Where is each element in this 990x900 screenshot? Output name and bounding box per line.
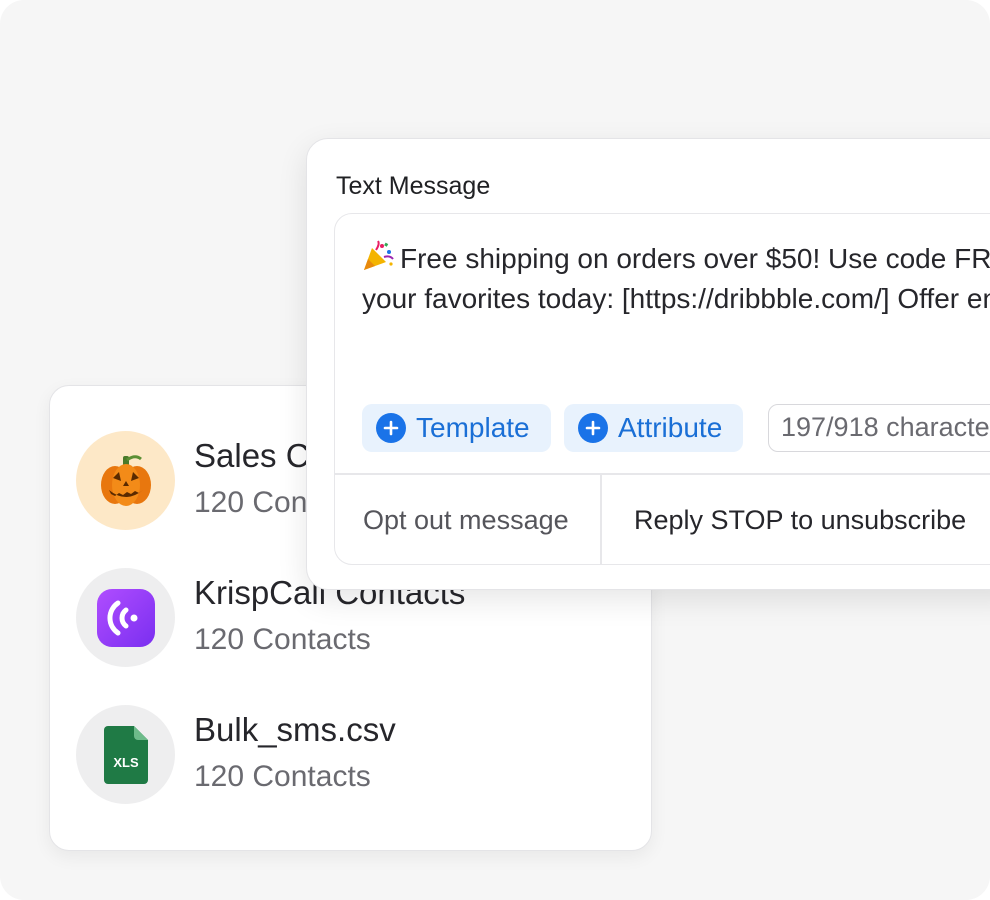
divider (335, 473, 990, 475)
character-counter: 197/918 characters (768, 404, 990, 452)
message-body-line: Free shipping on orders over $50! Use co… (400, 243, 990, 274)
krispcall-logo-icon (76, 568, 175, 667)
message-body-line: your favorites today: [https://dribbble.… (362, 283, 990, 314)
message-composer: Free shipping on orders over $50! Use co… (334, 213, 990, 565)
add-template-button[interactable]: Template (362, 404, 551, 452)
opt-out-label: Opt out message (363, 505, 569, 535)
contact-name: Bulk_sms.csv (194, 711, 396, 748)
opt-out-message-field[interactable]: Reply STOP to unsubscribe (634, 505, 966, 536)
text-message-title: Text Message (336, 172, 491, 200)
plus-circle-icon (578, 413, 608, 443)
pumpkin-icon (76, 431, 175, 530)
add-attribute-button[interactable]: Attribute (564, 404, 743, 452)
xls-file-label: XLS (113, 755, 139, 770)
template-label: Template (416, 412, 530, 443)
party-popper-icon (364, 240, 394, 270)
canvas: Sales Contacts 120 Contacts KrispCall Co… (0, 0, 990, 900)
message-textarea[interactable]: Free shipping on orders over $50! Use co… (362, 239, 990, 319)
attribute-label: Attribute (618, 412, 723, 443)
contact-list-item[interactable]: XLS Bulk_sms.csv 120 Contacts (76, 705, 636, 805)
xls-file-icon: XLS (76, 705, 175, 804)
contact-count: 120 Contacts (194, 623, 371, 656)
plus-circle-icon (376, 413, 406, 443)
contact-count: 120 Contacts (194, 760, 371, 793)
text-message-card: Text Message Free shipping on orders ove… (306, 138, 990, 590)
divider (600, 474, 602, 564)
